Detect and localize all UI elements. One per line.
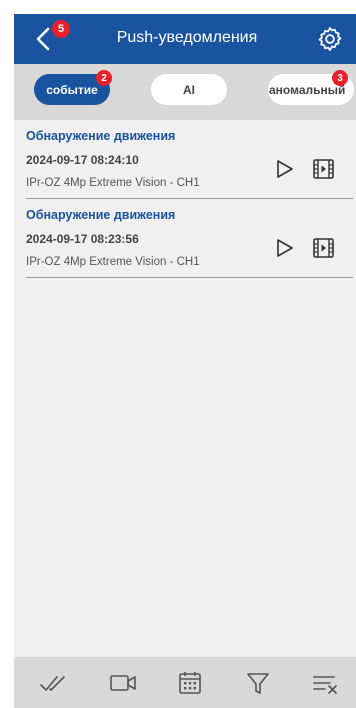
- event-title: Обнаружение движения: [26, 208, 176, 222]
- list-item[interactable]: Обнаружение движения 2024-09-17 08:23:56…: [26, 199, 353, 278]
- app-header: 5 Push-уведомления: [14, 14, 356, 64]
- page-title: Push-уведомления: [116, 29, 258, 46]
- play-button[interactable]: [275, 158, 295, 180]
- live-view-button[interactable]: [108, 669, 138, 697]
- tab-event-badge: 2: [96, 70, 112, 86]
- clear-list-icon: [313, 676, 337, 694]
- tab-abnormal-label: аномальный: [269, 82, 346, 97]
- bottom-toolbar: [14, 657, 356, 708]
- gear-icon: [318, 27, 342, 51]
- play-icon: [277, 239, 293, 257]
- play-button[interactable]: [275, 237, 295, 259]
- tab-event-label: событие: [46, 82, 98, 97]
- film-icon: [313, 238, 334, 258]
- clear-all-button[interactable]: [310, 669, 340, 697]
- play-icon: [277, 160, 293, 178]
- tab-ai[interactable]: AI: [151, 74, 227, 105]
- filter-icon: [247, 673, 269, 694]
- event-device: IPr-OZ 4Mp Extreme Vision - CH1: [26, 177, 200, 189]
- tab-abnormal-badge: 3: [332, 70, 348, 86]
- filter-tabs: событие 2 AI аномальный 3: [14, 64, 356, 120]
- notification-count-badge: 5: [52, 20, 70, 38]
- calendar-icon: [179, 672, 201, 694]
- double-check-icon: [40, 676, 65, 691]
- event-datetime: 2024-09-17 08:24:10: [26, 153, 139, 167]
- mark-all-read-button[interactable]: [38, 669, 68, 697]
- video-clip-button[interactable]: [312, 237, 335, 259]
- event-title: Обнаружение движения: [26, 129, 176, 143]
- video-clip-button[interactable]: [312, 158, 335, 180]
- video-camera-icon: [110, 675, 136, 691]
- filter-button[interactable]: [243, 669, 273, 697]
- tab-ai-label: AI: [183, 82, 195, 97]
- film-icon: [313, 159, 334, 179]
- date-filter-button[interactable]: [175, 669, 205, 697]
- list-item[interactable]: Обнаружение движения 2024-09-17 08:24:10…: [26, 120, 353, 199]
- event-device: IPr-OZ 4Mp Extreme Vision - CH1: [26, 256, 200, 268]
- settings-button[interactable]: [316, 25, 344, 53]
- app-frame: 5 Push-уведомления событие 2 AI аномальн…: [14, 14, 356, 708]
- event-datetime: 2024-09-17 08:23:56: [26, 232, 139, 246]
